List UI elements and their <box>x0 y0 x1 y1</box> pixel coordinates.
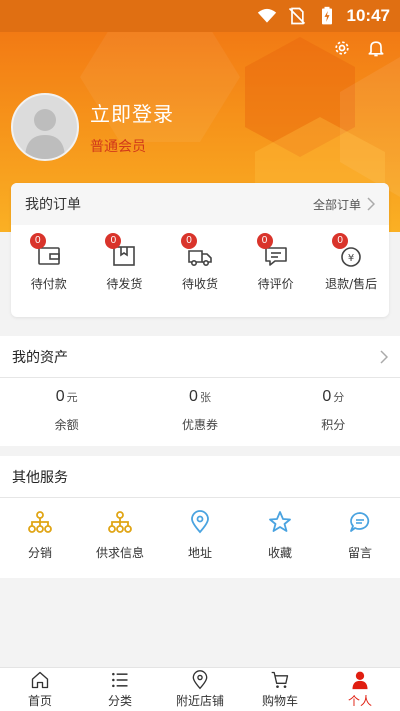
all-orders-label: 全部订单 <box>312 197 361 212</box>
notification-bell-icon[interactable] <box>366 38 386 58</box>
asset-coupons[interactable]: 0张 优惠券 <box>140 388 260 433</box>
order-pending-shipment[interactable]: 0 待发货 <box>89 233 159 292</box>
chevron-right-icon <box>380 349 388 364</box>
chevron-right-icon <box>367 197 375 211</box>
order-label: 待付款 <box>30 277 67 291</box>
nav-label: 附近店铺 <box>175 694 224 708</box>
asset-label: 优惠券 <box>181 418 218 432</box>
order-pending-payment[interactable]: 0 待付款 <box>14 233 84 292</box>
service-address[interactable]: 地址 <box>162 510 238 561</box>
service-favorites[interactable]: 收藏 <box>242 510 318 561</box>
orders-header: 我的订单 全部订单 <box>11 183 389 225</box>
order-refund[interactable]: ¥ 0 退款/售后 <box>316 233 386 292</box>
bottom-nav: 首页 分类 附近店铺 购物车 个人 <box>0 667 400 711</box>
assets-header[interactable]: 我的资产 <box>0 336 400 378</box>
person-icon <box>352 671 368 690</box>
star-icon <box>269 511 291 532</box>
order-pending-review[interactable]: 0 待评价 <box>241 233 311 292</box>
service-label: 留言 <box>347 546 372 560</box>
order-label: 待发货 <box>106 277 143 291</box>
home-icon <box>31 671 49 689</box>
svg-text:¥: ¥ <box>348 253 354 264</box>
nav-label: 购物车 <box>261 694 298 708</box>
member-level: 普通会员 <box>90 139 146 155</box>
asset-unit: 分 <box>333 391 345 404</box>
battery-charging-icon <box>321 6 332 25</box>
location-pin-icon <box>192 670 208 690</box>
service-distribution[interactable]: 分销 <box>2 510 78 561</box>
badge-count: 0 <box>29 233 46 249</box>
message-icon <box>350 512 370 532</box>
settings-icon[interactable] <box>332 38 352 58</box>
asset-value: 0 <box>55 388 65 405</box>
orders-card: 我的订单 全部订单 0 待付款 0 待发货 0 待收货 0 待评价 ¥ 0 退款… <box>11 183 389 317</box>
service-label: 分销 <box>27 546 52 560</box>
avatar[interactable] <box>11 93 79 161</box>
badge-count: 0 <box>180 233 197 249</box>
order-label: 待收货 <box>181 277 218 291</box>
orders-title: 我的订单 <box>25 197 81 213</box>
service-label: 供求信息 <box>95 546 144 560</box>
cart-icon <box>271 671 289 688</box>
list-icon <box>112 672 128 688</box>
asset-value: 0 <box>189 388 198 405</box>
no-sim-icon <box>288 7 305 25</box>
badge-count: 0 <box>256 233 273 249</box>
service-supply-demand[interactable]: 供求信息 <box>82 510 158 561</box>
nav-home[interactable]: 首页 <box>0 668 80 711</box>
order-pending-receipt[interactable]: 0 待收货 <box>165 233 235 292</box>
nav-category[interactable]: 分类 <box>80 668 160 711</box>
nav-cart[interactable]: 购物车 <box>240 668 320 711</box>
nav-profile[interactable]: 个人 <box>320 668 400 711</box>
status-bar: 10:47 <box>0 0 400 32</box>
supply-demand-icon <box>108 511 132 533</box>
nav-nearby-stores[interactable]: 附近店铺 <box>160 668 240 711</box>
services-header: 其他服务 <box>0 456 400 498</box>
asset-value: 0 <box>322 388 332 405</box>
nav-label: 个人 <box>347 694 372 708</box>
asset-points[interactable]: 0分 积分 <box>273 388 393 433</box>
asset-unit: 张 <box>199 391 211 404</box>
asset-label: 余额 <box>54 418 79 432</box>
order-label: 待评价 <box>257 277 294 291</box>
assets-section: 我的资产 0元 余额 0张 优惠券 0分 积分 <box>0 336 400 446</box>
assets-title: 我的资产 <box>12 349 68 366</box>
services-title: 其他服务 <box>12 469 68 486</box>
default-avatar-icon <box>25 109 65 159</box>
services-section: 其他服务 分销 供求信息 地址 收藏 留言 <box>0 456 400 578</box>
service-label: 收藏 <box>267 546 292 560</box>
asset-label: 积分 <box>321 418 346 432</box>
distribution-icon <box>28 511 52 533</box>
location-icon <box>191 510 209 534</box>
nav-label: 分类 <box>107 694 132 708</box>
wifi-icon <box>257 8 276 23</box>
asset-unit: 元 <box>66 391 78 404</box>
all-orders-link[interactable]: 全部订单 <box>313 196 375 213</box>
order-label: 退款/售后 <box>325 277 378 291</box>
nav-label: 首页 <box>27 694 52 708</box>
status-time: 10:47 <box>346 6 390 25</box>
asset-balance[interactable]: 0元 余额 <box>7 388 127 433</box>
login-link[interactable]: 立即登录 <box>90 98 174 127</box>
service-message[interactable]: 留言 <box>322 510 398 561</box>
service-label: 地址 <box>187 546 212 560</box>
